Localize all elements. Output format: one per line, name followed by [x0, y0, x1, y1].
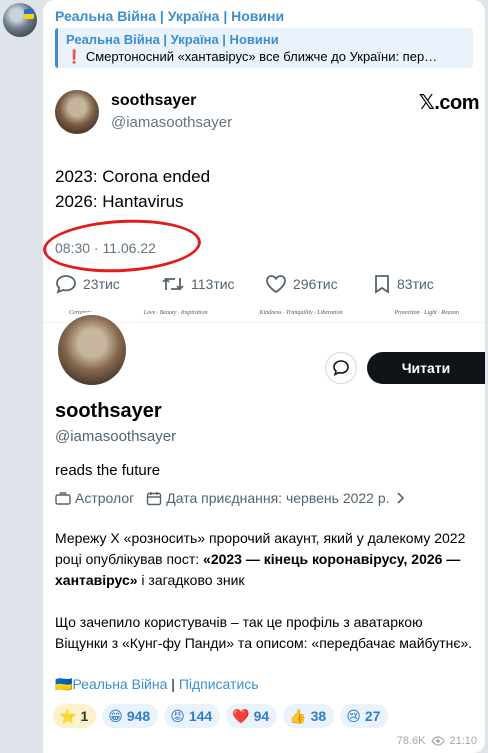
retweet-metric: 113тис — [161, 274, 235, 294]
bookmark-count: 83тис — [397, 276, 434, 292]
reaction-star[interactable]: ⭐ 1 — [53, 704, 97, 728]
retweet-count: 113тис — [191, 276, 235, 292]
tweet-author-handle: @iamasoothsayer — [111, 114, 233, 131]
x-logo-icon: 𝕏.com — [418, 92, 480, 114]
tweet-line-1: 2023: Corona ended — [55, 167, 211, 186]
banner-text-2: Love · Beauty · Inspiration — [143, 310, 208, 316]
view-count: 78.6K — [396, 735, 426, 747]
calendar-icon — [147, 491, 162, 505]
message-bubble: Реальна Війна | Україна | Новини Реальна… — [41, 0, 485, 753]
eye-icon — [431, 736, 446, 746]
reaction-heart[interactable]: ❤️ 94 — [226, 704, 278, 728]
channel-link[interactable]: Реальна Війна — [72, 676, 167, 692]
reaction-count: 94 — [253, 708, 270, 724]
reaction-count: 27 — [364, 708, 381, 724]
cry-icon: 😢 — [346, 707, 361, 724]
post-paragraph-1: Мережу X «розносить» пророчий акаунт, як… — [55, 528, 475, 591]
profile-joined: Дата приєднання: червень 2022 р. — [166, 490, 390, 506]
source-line: 🇺🇦Реальна Війна | Підписатись — [55, 676, 259, 693]
like-metric: 296тис — [265, 274, 338, 294]
profile-meta: Астролог Дата приєднання: червень 2022 р… — [55, 490, 408, 506]
heart-emoji-icon: ❤️ — [232, 707, 250, 724]
reaction-angry[interactable]: 😡 144 — [164, 704, 221, 728]
reply-icon — [56, 275, 76, 294]
retweet-icon — [162, 277, 184, 291]
ukraine-flag-icon — [24, 9, 34, 19]
message-icon — [333, 360, 349, 377]
message-time: 21:10 — [449, 735, 477, 747]
banner-text-4: Protection · Light · Reason — [394, 310, 459, 316]
heart-icon — [266, 275, 286, 294]
reaction-count: 1 — [80, 708, 89, 724]
tweet-text: 2023: Corona ended 2026: Hantavirus — [55, 164, 210, 214]
bookmark-icon — [375, 275, 389, 294]
follow-button[interactable]: Читати — [367, 352, 485, 384]
exclamation-icon: ❗ — [66, 49, 83, 64]
banner-text-3: Kindness · Tranquility · Liberation — [259, 310, 343, 316]
reaction-thumbs-up[interactable]: 👍 38 — [283, 704, 335, 728]
post-paragraph-2: Що зачепило користувачів – так це профіл… — [55, 614, 473, 651]
subscribe-link[interactable]: Підписатись — [179, 676, 259, 692]
tweet-avatar — [55, 90, 99, 134]
message-button[interactable] — [325, 352, 357, 384]
separator: | — [167, 676, 179, 692]
profile-avatar — [55, 312, 129, 388]
reaction-count: 144 — [188, 708, 213, 724]
bookmark-metric: 83тис — [373, 274, 434, 294]
tweet-metrics: 23тис 113тис 296тис 83тис — [51, 274, 481, 300]
tweet-line-2: 2026: Hantavirus — [55, 192, 184, 211]
reply-count: 23тис — [83, 276, 120, 292]
reaction-grin[interactable]: 😁 948 — [102, 704, 159, 728]
profile-screenshot[interactable]: Certainty Love · Beauty · Inspiration Ki… — [43, 304, 485, 510]
channel-avatar[interactable] — [3, 3, 37, 37]
briefcase-icon — [55, 492, 71, 505]
like-count: 296тис — [293, 276, 338, 292]
reply-quote-title: Реальна Війна | Україна | Новини — [66, 32, 279, 47]
thumbs-up-icon: 👍 — [289, 707, 307, 724]
tweet-author-name: soothsayer — [111, 92, 197, 109]
angry-icon: 😡 — [170, 707, 185, 724]
reply-quote-body: Смертоносний «хантавірус» все ближче до … — [85, 49, 438, 64]
reactions-bar: ⭐ 1 😁 948 😡 144 ❤️ 94 👍 38 😢 27 — [53, 704, 394, 728]
chevron-right-icon — [396, 492, 404, 504]
message-footer: 78.6K 21:10 — [397, 735, 477, 747]
star-icon: ⭐ — [59, 707, 77, 724]
post-text-c: і загадково зник — [137, 572, 245, 588]
reply-quote[interactable]: Реальна Війна | Україна | Новини ❗ Смерт… — [55, 28, 473, 68]
reply-quote-text: ❗ Смертоносний «хантавірус» все ближче д… — [66, 49, 465, 65]
profile-name: soothsayer — [55, 400, 162, 422]
reaction-cry[interactable]: 😢 27 — [340, 704, 389, 728]
post-text: Мережу X «розносить» пророчий акаунт, як… — [55, 528, 475, 675]
tweet-screenshot[interactable]: soothsayer @iamasoothsayer 𝕏.com 2023: C… — [41, 74, 485, 304]
profile-bio: reads the future — [55, 462, 161, 479]
tweet-timestamp: 08:30 · 11.06.22 — [55, 240, 156, 256]
grin-icon: 😁 — [108, 707, 123, 724]
channel-name[interactable]: Реальна Війна | Україна | Новини — [55, 8, 284, 24]
reaction-count: 948 — [126, 708, 151, 724]
reaction-count: 38 — [310, 708, 327, 724]
profile-category: Астролог — [75, 490, 135, 506]
ukraine-flag-emoji: 🇺🇦 — [55, 676, 73, 692]
profile-handle: @iamasoothsayer — [55, 428, 177, 445]
reply-metric: 23тис — [55, 274, 120, 294]
